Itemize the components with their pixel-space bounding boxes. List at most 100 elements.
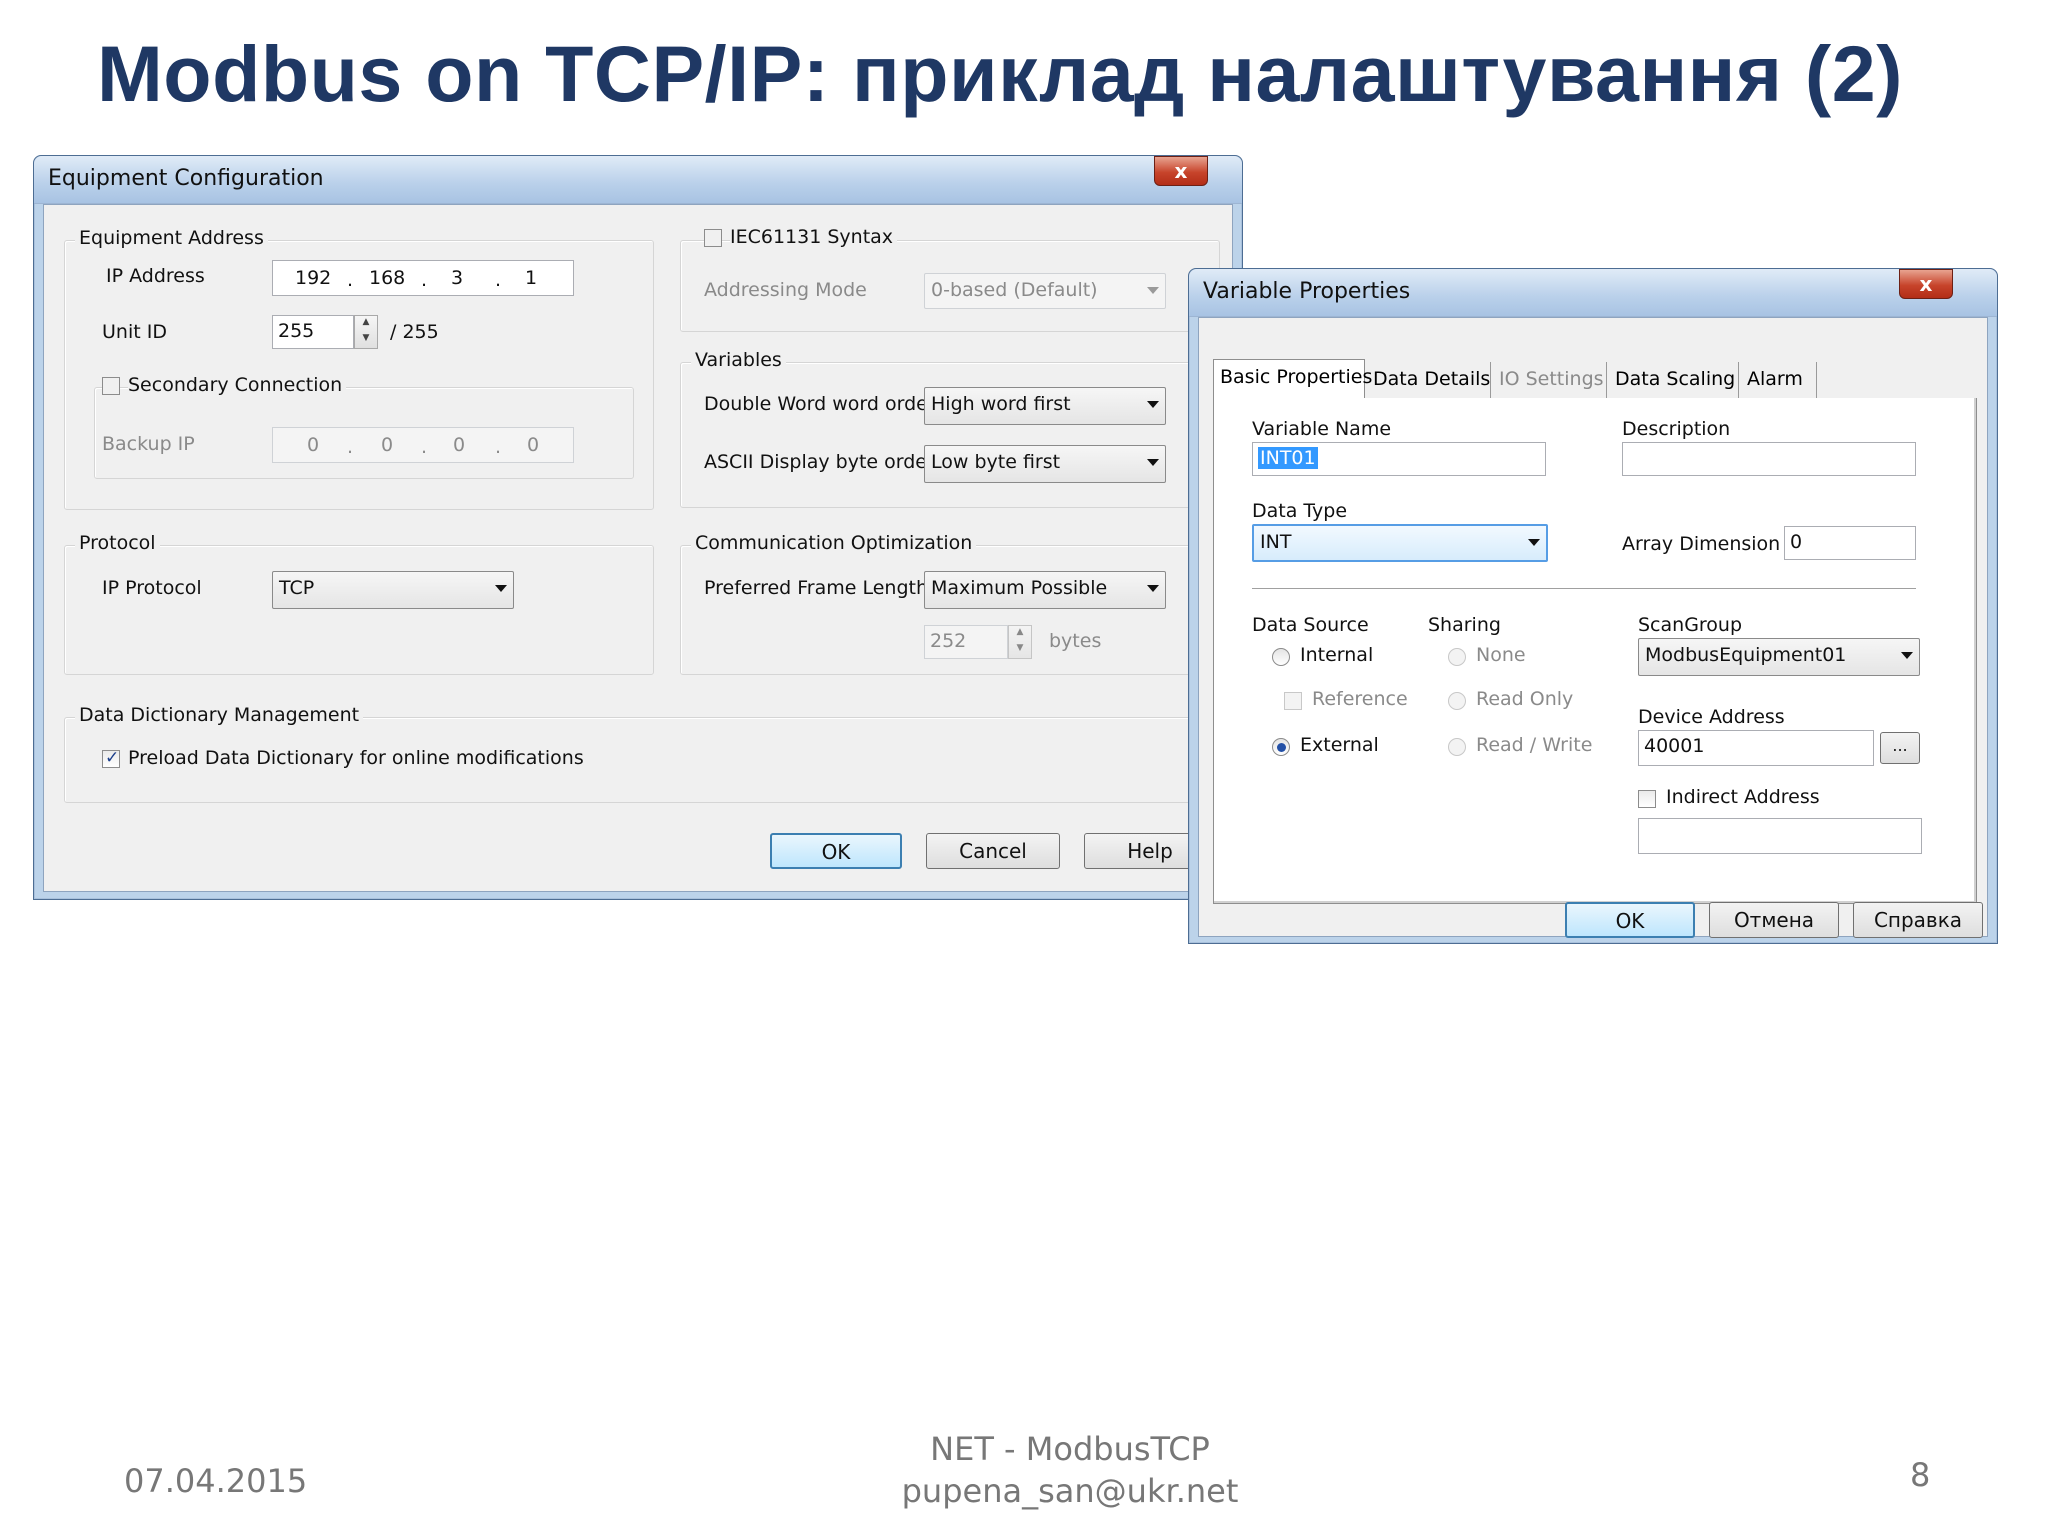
spin-up-icon[interactable]: ▲ [355, 316, 377, 332]
window-title: Variable Properties [1203, 279, 1411, 304]
equipment-configuration-window: Equipment Configuration x Equipment Addr… [33, 155, 1243, 900]
ascii-byte-order-select[interactable]: Low byte first [924, 445, 1166, 483]
array-dimension-field[interactable]: 0 [1784, 526, 1916, 560]
indirect-address-label: Indirect Address [1666, 786, 1820, 808]
none-label: None [1476, 644, 1526, 666]
addressing-mode-value: 0-based (Default) [931, 279, 1098, 301]
equipment-config-client: Equipment Address IP Address 192 . 168 .… [43, 204, 1233, 892]
window-title: Equipment Configuration [48, 166, 324, 191]
frame-length-select[interactable]: Maximum Possible [924, 571, 1166, 609]
internal-radio[interactable] [1272, 648, 1290, 666]
unit-id-label: Unit ID [102, 321, 167, 343]
cancel-button[interactable]: Отмена [1709, 902, 1839, 938]
variable-properties-window: Variable Properties x Basic Properties D… [1188, 268, 1998, 944]
ip-address-field[interactable]: 192 . 168 . 3 . 1 [272, 260, 574, 296]
ip-dot: . [421, 436, 428, 458]
iec61131-syntax-checkbox[interactable] [704, 229, 722, 247]
help-button[interactable]: Справка [1853, 902, 1983, 938]
read-only-label: Read Only [1476, 688, 1574, 710]
indirect-address-checkbox[interactable] [1638, 790, 1656, 808]
ip-protocol-value: TCP [279, 577, 315, 599]
ascii-byte-order-label: ASCII Display byte order [704, 451, 935, 473]
group-title: Communication Optimization [691, 532, 977, 554]
unit-id-max: / 255 [390, 321, 439, 343]
description-field[interactable] [1622, 442, 1916, 476]
page-number: 8 [1910, 1456, 1931, 1494]
ip-dot: . [495, 436, 502, 458]
ip-address-label: IP Address [106, 265, 205, 287]
array-dimension-label: Array Dimension [1622, 533, 1781, 555]
variable-name-field[interactable]: INT01 [1252, 442, 1546, 476]
tab-basic-properties[interactable]: Basic Properties [1213, 359, 1372, 399]
iec61131-syntax-label: IEC61131 Syntax [730, 226, 898, 248]
preload-data-dictionary-checkbox[interactable] [102, 748, 120, 768]
secondary-connection-checkbox[interactable] [102, 377, 120, 395]
slide-title: Modbus on TCP/IP: приклад налаштування (… [97, 29, 1903, 118]
ip-octet-1: 192 [295, 267, 332, 289]
equipment-config-titlebar: Equipment Configuration x [34, 156, 1242, 204]
spin-down-icon[interactable]: ▼ [355, 332, 377, 348]
unit-id-field[interactable]: 255 [272, 315, 354, 349]
tab-data-details[interactable]: Data Details [1367, 362, 1491, 398]
secondary-connection-label: Secondary Connection [128, 374, 347, 396]
backup-octet-3: 0 [453, 434, 466, 456]
external-radio[interactable] [1272, 738, 1290, 756]
preload-data-dictionary-label: Preload Data Dictionary for online modif… [128, 747, 584, 769]
read-write-radio[interactable] [1448, 738, 1466, 756]
chevron-down-icon [1147, 401, 1159, 408]
data-type-value: INT [1260, 531, 1292, 553]
tab-alarm[interactable]: Alarm [1741, 362, 1817, 398]
indirect-address-field[interactable] [1638, 818, 1922, 854]
addressing-mode-select[interactable]: 0-based (Default) [924, 273, 1166, 309]
browse-address-button[interactable]: ... [1880, 732, 1920, 764]
scangroup-select[interactable]: ModbusEquipment01 [1638, 638, 1920, 676]
scangroup-label: ScanGroup [1638, 614, 1743, 636]
chevron-down-icon [1147, 459, 1159, 466]
ok-button[interactable]: OK [770, 833, 902, 869]
spin-up-icon[interactable]: ▲ [1009, 626, 1031, 642]
frame-length-label: Preferred Frame Length [704, 577, 929, 599]
sharing-label: Sharing [1428, 614, 1501, 636]
internal-label: Internal [1300, 644, 1374, 666]
variable-properties-client: Basic Properties Data Details IO Setting… [1198, 317, 1988, 938]
footer-course: NET - ModbusTCP [930, 1430, 1210, 1468]
addressing-mode-label: Addressing Mode [704, 279, 867, 301]
backup-octet-4: 0 [527, 434, 540, 456]
external-label: External [1300, 734, 1379, 756]
close-button[interactable]: x [1899, 269, 1953, 299]
cancel-button[interactable]: Cancel [926, 833, 1060, 869]
group-title: Data Dictionary Management [75, 704, 364, 726]
spin-down-icon[interactable]: ▼ [1009, 642, 1031, 658]
double-word-order-select[interactable]: High word first [924, 387, 1166, 425]
ip-protocol-select[interactable]: TCP [272, 571, 514, 609]
backup-octet-2: 0 [381, 434, 394, 456]
ip-dot: . [495, 269, 502, 291]
ip-protocol-label: IP Protocol [102, 577, 202, 599]
frame-length-value: Maximum Possible [931, 577, 1108, 599]
ip-octet-2: 168 [369, 267, 406, 289]
backup-ip-field[interactable]: 0 . 0 . 0 . 0 [272, 427, 574, 463]
ok-button[interactable]: OK [1565, 902, 1695, 938]
tab-panel: Variable Name INT01 Description Data Typ… [1213, 398, 1977, 904]
variable-name-value: INT01 [1258, 447, 1318, 469]
tab-data-scaling[interactable]: Data Scaling [1609, 362, 1739, 398]
frame-bytes-spinner[interactable]: ▲ ▼ [1008, 625, 1032, 659]
close-button[interactable]: x [1154, 156, 1208, 186]
data-type-select[interactable]: INT [1252, 524, 1548, 562]
chevron-down-icon [1147, 585, 1159, 592]
data-type-label: Data Type [1252, 500, 1348, 522]
data-source-label: Data Source [1252, 614, 1369, 636]
reference-checkbox[interactable] [1284, 692, 1302, 710]
frame-bytes-field[interactable]: 252 [924, 625, 1008, 659]
double-word-order-label: Double Word word order [704, 393, 936, 415]
unit-id-spinner[interactable]: ▲ ▼ [354, 315, 378, 349]
none-radio[interactable] [1448, 648, 1466, 666]
read-write-label: Read / Write [1476, 734, 1593, 756]
double-word-order-value: High word first [931, 393, 1071, 415]
variables-group: Variables [680, 349, 1220, 508]
read-only-radio[interactable] [1448, 692, 1466, 710]
description-label: Description [1622, 418, 1731, 440]
tab-io-settings[interactable]: IO Settings [1493, 362, 1607, 398]
ip-dot: . [347, 436, 354, 458]
device-address-field[interactable]: 40001 [1638, 730, 1874, 766]
